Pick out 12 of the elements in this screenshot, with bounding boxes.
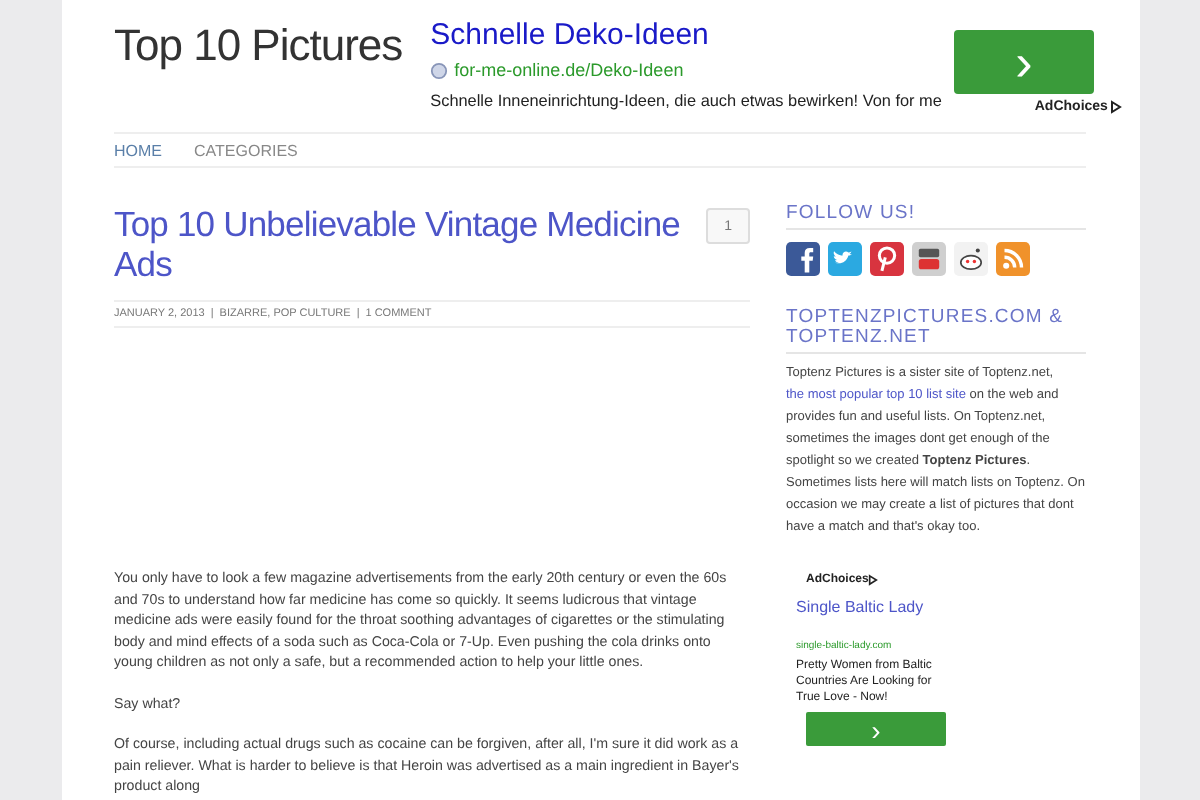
nav-link[interactable]: CATEGORIES <box>194 142 298 160</box>
ad-arrow-button[interactable]: › <box>806 712 946 746</box>
ad-arrow-button[interactable]: › <box>953 30 1094 94</box>
about-heading: TOPTENZPICTURES.COM & TOPTENZ.NET <box>786 308 1086 354</box>
ad-description: Schnelle Inneneinrichtung-Ideen, die auch etwas bewirken! Von for me <box>430 92 942 110</box>
post-title[interactable]: Top 10 Unbelievable Vintage Medicine Ads <box>114 204 707 284</box>
ad-url[interactable]: for-me-online.de/Deko-Ideen <box>454 60 684 80</box>
ad-headline[interactable]: Single Baltic Lady <box>796 598 924 616</box>
ad-headline[interactable]: Schnelle Deko-Ideen <box>430 18 709 52</box>
follow-heading: FOLLOW US! <box>786 204 1086 230</box>
nav-link[interactable]: HOME <box>114 142 162 160</box>
site-title[interactable]: Top 10 Pictures <box>114 20 403 72</box>
